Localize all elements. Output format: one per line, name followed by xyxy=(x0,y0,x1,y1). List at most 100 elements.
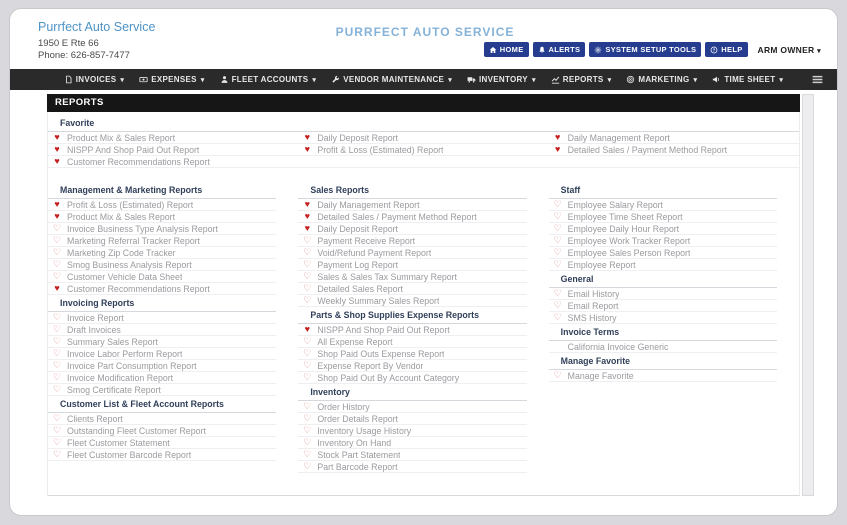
report-link[interactable]: Email Report xyxy=(568,301,619,311)
heart-filled-icon[interactable]: ♥ xyxy=(302,224,312,233)
report-link[interactable]: Inventory On Hand xyxy=(317,438,391,448)
nav-item-inventory[interactable]: INVENTORY ▾ xyxy=(467,75,536,84)
heart-outline-icon[interactable]: ♡ xyxy=(52,361,62,370)
report-link[interactable]: Invoice Part Consumption Report xyxy=(67,361,197,371)
report-link[interactable]: SMS History xyxy=(568,313,617,323)
report-link[interactable]: Void/Refund Payment Report xyxy=(317,248,431,258)
heart-filled-icon[interactable]: ♥ xyxy=(52,212,62,221)
heart-outline-icon[interactable]: ♡ xyxy=(302,260,312,269)
report-link[interactable]: Shop Paid Out By Account Category xyxy=(317,373,459,383)
heart-outline-icon[interactable]: ♡ xyxy=(52,373,62,382)
heart-filled-icon[interactable]: ♥ xyxy=(302,325,312,334)
menu-icon[interactable] xyxy=(811,73,824,86)
report-link[interactable]: Daily Deposit Report xyxy=(317,133,398,143)
nav-item-time-sheet[interactable]: TIME SHEET ▾ xyxy=(712,75,783,84)
heart-filled-icon[interactable]: ♥ xyxy=(302,145,312,154)
heart-outline-icon[interactable]: ♡ xyxy=(302,272,312,281)
report-link[interactable]: California Invoice Generic xyxy=(568,342,669,352)
heart-filled-icon[interactable]: ♥ xyxy=(302,200,312,209)
header-button-help[interactable]: ? HELP xyxy=(705,42,748,57)
heart-outline-icon[interactable]: ♡ xyxy=(302,236,312,245)
report-link[interactable]: Employee Daily Hour Report xyxy=(568,224,679,234)
heart-outline-icon[interactable]: ♡ xyxy=(302,296,312,305)
header-button-home[interactable]: HOME xyxy=(483,42,529,57)
heart-outline-icon[interactable]: ♡ xyxy=(302,426,312,435)
report-link[interactable]: Detailed Sales Report xyxy=(317,284,403,294)
report-link[interactable]: Part Barcode Report xyxy=(317,462,397,472)
heart-outline-icon[interactable]: ♡ xyxy=(52,224,62,233)
report-link[interactable]: Customer Vehicle Data Sheet xyxy=(67,272,182,282)
report-link[interactable]: Stock Part Statement xyxy=(317,450,400,460)
report-link[interactable]: Daily Deposit Report xyxy=(317,224,398,234)
heart-outline-icon[interactable]: ♡ xyxy=(553,313,563,322)
heart-outline-icon[interactable]: ♡ xyxy=(553,236,563,245)
report-link[interactable]: Invoice Business Type Analysis Report xyxy=(67,224,218,234)
heart-outline-icon[interactable]: ♡ xyxy=(553,301,563,310)
user-menu[interactable]: ARM OWNER ▾ xyxy=(758,45,822,55)
heart-outline-icon[interactable]: ♡ xyxy=(302,361,312,370)
heart-filled-icon[interactable]: ♥ xyxy=(302,133,312,142)
report-link[interactable]: Employee Time Sheet Report xyxy=(568,212,683,222)
report-link[interactable]: Shop Paid Outs Expense Report xyxy=(317,349,444,359)
report-link[interactable]: Daily Management Report xyxy=(317,200,419,210)
report-link[interactable]: Payment Log Report xyxy=(317,260,398,270)
report-link[interactable]: Product Mix & Sales Report xyxy=(67,212,175,222)
nav-item-invoices[interactable]: INVOICES ▾ xyxy=(64,75,124,84)
report-link[interactable]: Employee Report xyxy=(568,260,636,270)
heart-filled-icon[interactable]: ♥ xyxy=(302,212,312,221)
heart-outline-icon[interactable]: ♡ xyxy=(302,414,312,423)
report-link[interactable]: Invoice Modification Report xyxy=(67,373,173,383)
heart-outline-icon[interactable]: ♡ xyxy=(553,371,563,380)
heart-outline-icon[interactable]: ♡ xyxy=(52,450,62,459)
report-link[interactable]: Outstanding Fleet Customer Report xyxy=(67,426,206,436)
report-link[interactable]: Summary Sales Report xyxy=(67,337,158,347)
heart-outline-icon[interactable]: ♡ xyxy=(302,450,312,459)
report-link[interactable]: Clients Report xyxy=(67,414,123,424)
report-link[interactable]: Smog Business Analysis Report xyxy=(67,260,192,270)
nav-item-fleet-accounts[interactable]: FLEET ACCOUNTS ▾ xyxy=(220,75,317,84)
report-link[interactable]: Employee Salary Report xyxy=(568,200,663,210)
heart-filled-icon[interactable]: ♥ xyxy=(553,133,563,142)
scrollbar[interactable] xyxy=(802,94,814,496)
nav-item-expenses[interactable]: EXPENSES ▾ xyxy=(139,75,204,84)
report-link[interactable]: Draft Invoices xyxy=(67,325,121,335)
report-link[interactable]: Customer Recommendations Report xyxy=(67,284,210,294)
report-link[interactable]: Detailed Sales / Payment Method Report xyxy=(568,145,727,155)
heart-outline-icon[interactable]: ♡ xyxy=(302,284,312,293)
report-link[interactable]: Invoice Report xyxy=(67,313,124,323)
report-link[interactable]: Manage Favorite xyxy=(568,371,634,381)
heart-outline-icon[interactable]: ♡ xyxy=(52,236,62,245)
report-link[interactable]: Payment Receive Report xyxy=(317,236,415,246)
report-link[interactable]: Customer Recommendations Report xyxy=(67,157,210,167)
report-link[interactable]: Smog Certificate Report xyxy=(67,385,161,395)
report-link[interactable]: Detailed Sales / Payment Method Report xyxy=(317,212,476,222)
heart-outline-icon[interactable]: ♡ xyxy=(52,272,62,281)
heart-outline-icon[interactable]: ♡ xyxy=(302,462,312,471)
report-link[interactable]: Expense Report By Vendor xyxy=(317,361,423,371)
heart-filled-icon[interactable]: ♥ xyxy=(52,133,62,142)
heart-filled-icon[interactable]: ♥ xyxy=(52,200,62,209)
report-link[interactable]: All Expense Report xyxy=(317,337,392,347)
heart-outline-icon[interactable]: ♡ xyxy=(52,325,62,334)
report-link[interactable]: Profit & Loss (Estimated) Report xyxy=(67,200,193,210)
report-link[interactable]: Invoice Labor Perform Report xyxy=(67,349,182,359)
report-link[interactable]: Fleet Customer Statement xyxy=(67,438,170,448)
heart-outline-icon[interactable]: ♡ xyxy=(52,313,62,322)
heart-filled-icon[interactable]: ♥ xyxy=(553,145,563,154)
report-link[interactable]: Order History xyxy=(317,402,369,412)
report-link[interactable]: Profit & Loss (Estimated) Report xyxy=(317,145,443,155)
report-link[interactable]: Daily Management Report xyxy=(568,133,670,143)
report-link[interactable]: Fleet Customer Barcode Report xyxy=(67,450,191,460)
heart-filled-icon[interactable]: ♥ xyxy=(52,157,62,166)
heart-outline-icon[interactable]: ♡ xyxy=(553,212,563,221)
report-link[interactable]: NISPP And Shop Paid Out Report xyxy=(317,325,449,335)
heart-outline-icon[interactable]: ♡ xyxy=(52,349,62,358)
heart-outline-icon[interactable]: ♡ xyxy=(52,426,62,435)
heart-outline-icon[interactable]: ♡ xyxy=(52,248,62,257)
heart-outline-icon[interactable]: ♡ xyxy=(52,337,62,346)
report-link[interactable]: Employee Work Tracker Report xyxy=(568,236,691,246)
heart-outline-icon[interactable]: ♡ xyxy=(52,414,62,423)
header-button-system-setup-tools[interactable]: SYSTEM SETUP TOOLS xyxy=(589,42,702,57)
report-link[interactable]: Weekly Summary Sales Report xyxy=(317,296,439,306)
heart-outline-icon[interactable]: ♡ xyxy=(553,260,563,269)
